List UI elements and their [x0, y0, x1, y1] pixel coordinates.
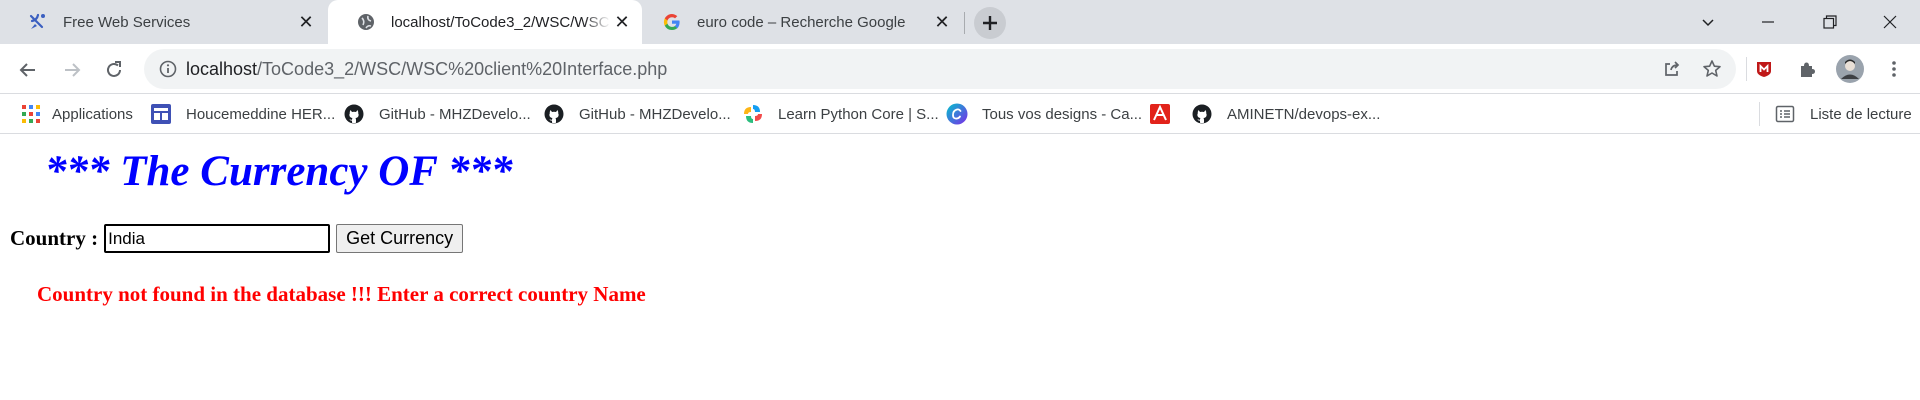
- back-button[interactable]: [12, 54, 44, 86]
- currency-form: Country : Get Currency: [10, 224, 464, 253]
- bookmark-canva[interactable]: Tous vos designs - Ca...: [946, 102, 1142, 126]
- page-heading: *** The Currency OF ***: [45, 148, 513, 195]
- arrow-left-icon: [19, 63, 35, 77]
- tab-google-search[interactable]: euro code – Recherche Google ✕: [644, 0, 962, 44]
- country-input[interactable]: [104, 224, 331, 253]
- minimize-icon: [1762, 21, 1774, 23]
- country-label: Country :: [10, 226, 99, 250]
- new-tab-button[interactable]: [974, 7, 1006, 39]
- tab-search-button[interactable]: [1678, 0, 1738, 44]
- tab-wsc-client-interface[interactable]: localhost/ToCode3_2/WSC/WSC client Inter…: [328, 0, 642, 44]
- bookmark-label: GitHub - MHZDevelo...: [379, 105, 531, 123]
- bookmark-applications[interactable]: Applications: [20, 102, 133, 126]
- profile-avatar[interactable]: [1834, 53, 1866, 85]
- url-host: localhost: [186, 58, 258, 79]
- bookmarks-separator: [1759, 102, 1760, 126]
- page-content: *** The Currency OF *** Country : Get Cu…: [0, 135, 1920, 400]
- tab-title: Free Web Services: [63, 13, 191, 31]
- close-window-button[interactable]: [1860, 0, 1920, 44]
- extensions-puzzle-icon[interactable]: [1791, 53, 1823, 85]
- acrobat-icon: [1149, 103, 1171, 125]
- browser-toolbar: localhost/ToCode3_2/WSC/WSC%20client%20I…: [0, 44, 1920, 94]
- close-icon: [1883, 15, 1897, 29]
- url-text: localhost/ToCode3_2/WSC/WSC%20client%20I…: [186, 59, 667, 80]
- bookmark-star-icon[interactable]: [1700, 57, 1724, 81]
- apps-grid-icon: [20, 103, 42, 125]
- bookmark-label: Tous vos designs - Ca...: [982, 105, 1143, 123]
- google-g-icon: [662, 12, 682, 32]
- close-tab-icon[interactable]: ✕: [610, 10, 634, 34]
- bookmark-label: Houcemeddine HER...: [186, 105, 336, 123]
- satellite-dish-icon: [28, 12, 48, 32]
- bookmark-acrobat[interactable]: [1149, 102, 1171, 126]
- more-vert-icon: [1892, 61, 1896, 77]
- canva-icon: [946, 103, 968, 125]
- plus-icon: [983, 16, 997, 30]
- minimize-button[interactable]: [1738, 0, 1798, 44]
- site-info-icon[interactable]: [156, 57, 180, 81]
- get-currency-button[interactable]: Get Currency: [336, 224, 464, 253]
- github-icon: [343, 103, 365, 125]
- chevron-down-icon: [1702, 19, 1714, 27]
- tab-free-web-services[interactable]: Free Web Services ✕: [0, 0, 326, 44]
- bookmarks-bar: Applications Houcemeddine HER... GitHub …: [0, 94, 1920, 134]
- bookmark-label: AMINETN/devops-ex...: [1227, 105, 1381, 123]
- reload-icon: [107, 61, 121, 77]
- bookmark-label: GitHub - MHZDevelo...: [579, 105, 731, 123]
- tab-title: euro code – Recherche Google: [697, 13, 906, 31]
- bookmark-github-mhz-1[interactable]: GitHub - MHZDevelo...: [343, 102, 531, 126]
- tab-title: localhost/ToCode3_2/WSC/WSC client Inter…: [391, 13, 610, 31]
- close-tab-icon[interactable]: ✕: [294, 10, 318, 34]
- share-icon[interactable]: [1660, 57, 1684, 81]
- bookmark-label: Learn Python Core | S...: [778, 105, 939, 123]
- bookmark-aminetn-devops[interactable]: AMINETN/devops-ex...: [1191, 102, 1380, 126]
- github-icon: [543, 103, 565, 125]
- mcafee-extension-icon[interactable]: [1748, 53, 1780, 85]
- github-icon: [1191, 103, 1213, 125]
- tab-separator: [964, 12, 965, 34]
- restore-button[interactable]: [1800, 0, 1860, 44]
- forward-button[interactable]: [56, 54, 88, 86]
- error-message: Country not found in the database !!! En…: [37, 282, 646, 306]
- arrow-right-icon: [65, 63, 81, 77]
- reload-button[interactable]: [98, 54, 130, 86]
- reading-list-label: Liste de lecture: [1810, 105, 1912, 123]
- reading-list-button[interactable]: Liste de lecture: [1774, 102, 1912, 126]
- tab-strip: Free Web Services ✕ localhost/ToCode3_2/…: [0, 0, 1920, 44]
- bookmark-houcemeddine[interactable]: Houcemeddine HER...: [150, 102, 335, 126]
- url-path: /ToCode3_2/WSC/WSC%20client%20Interface.…: [257, 58, 668, 79]
- address-bar[interactable]: localhost/ToCode3_2/WSC/WSC%20client%20I…: [144, 49, 1736, 89]
- bookmark-learn-python[interactable]: Learn Python Core | S...: [742, 102, 939, 126]
- toolbar-separator: [1746, 57, 1747, 81]
- reading-list-icon: [1774, 103, 1796, 125]
- browser-menu-button[interactable]: [1878, 53, 1910, 85]
- globe-icon: [356, 12, 376, 32]
- sololearn-icon: [742, 103, 764, 125]
- close-tab-icon[interactable]: ✕: [930, 10, 954, 34]
- layout-page-icon: [150, 103, 172, 125]
- restore-icon: [1823, 15, 1837, 29]
- bookmark-label: Applications: [52, 105, 133, 123]
- bookmark-github-mhz-2[interactable]: GitHub - MHZDevelo...: [543, 102, 731, 126]
